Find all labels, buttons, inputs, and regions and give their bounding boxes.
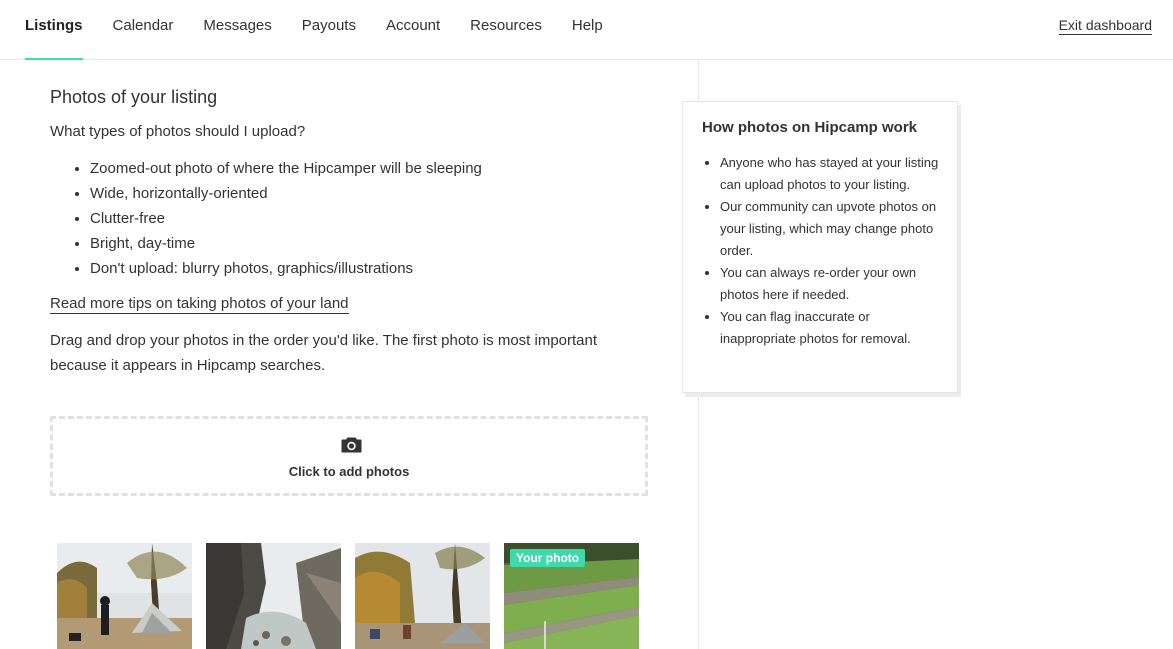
tab-account[interactable]: Account <box>386 0 440 60</box>
canyon-photo <box>206 543 341 649</box>
top-nav: Listings Calendar Messages Payouts Accou… <box>0 0 1173 60</box>
photo-grid: Your photo <box>57 543 657 649</box>
photo-tips-list: Zoomed-out photo of where the Hipcamper … <box>90 156 650 281</box>
photo-info-card: How photos on Hipcamp work Anyone who ha… <box>682 101 958 393</box>
tab-listings[interactable]: Listings <box>25 0 83 60</box>
list-item: Wide, horizontally-oriented <box>90 181 650 206</box>
list-item: Zoomed-out photo of where the Hipcamper … <box>90 156 650 181</box>
list-item: Don't upload: blurry photos, graphics/il… <box>90 256 650 281</box>
tab-calendar[interactable]: Calendar <box>113 0 174 60</box>
camera-icon <box>341 437 362 453</box>
photo-thumbnail[interactable] <box>355 543 490 649</box>
list-item: Clutter-free <box>90 206 650 231</box>
info-list: Anyone who has stayed at your listing ca… <box>720 152 942 350</box>
autumn-campsite-photo <box>355 543 490 649</box>
tab-help[interactable]: Help <box>572 0 603 60</box>
campsite-photo <box>57 543 192 649</box>
add-photos-dropzone[interactable]: Click to add photos <box>50 416 648 496</box>
list-item: Our community can upvote photos on your … <box>720 196 942 262</box>
photo-thumbnail[interactable] <box>57 543 192 649</box>
list-item: You can flag inaccurate or inappropriate… <box>720 306 942 350</box>
tab-resources[interactable]: Resources <box>470 0 542 60</box>
list-item: Anyone who has stayed at your listing ca… <box>720 152 942 196</box>
add-photos-label: Click to add photos <box>288 464 410 479</box>
tab-payouts[interactable]: Payouts <box>302 0 356 60</box>
more-tips-link[interactable]: Read more tips on taking photos of your … <box>50 294 349 314</box>
your-photo-badge: Your photo <box>510 549 586 567</box>
nav-tabs: Listings Calendar Messages Payouts Accou… <box>25 0 633 60</box>
tab-messages[interactable]: Messages <box>203 0 271 60</box>
upload-instructions: Drag and drop your photos in the order y… <box>50 332 598 374</box>
exit-dashboard-link[interactable]: Exit dashboard <box>1058 16 1152 35</box>
photo-thumbnail[interactable]: Your photo <box>504 543 639 649</box>
list-item: Bright, day-time <box>90 231 650 256</box>
photo-thumbnail[interactable] <box>206 543 341 649</box>
page-title: Photos of your listing <box>50 87 218 107</box>
list-item: You can always re-order your own photos … <box>720 262 942 306</box>
photo-types-question: What types of photos should I upload? <box>50 123 306 140</box>
info-card-title: How photos on Hipcamp work <box>702 119 918 136</box>
